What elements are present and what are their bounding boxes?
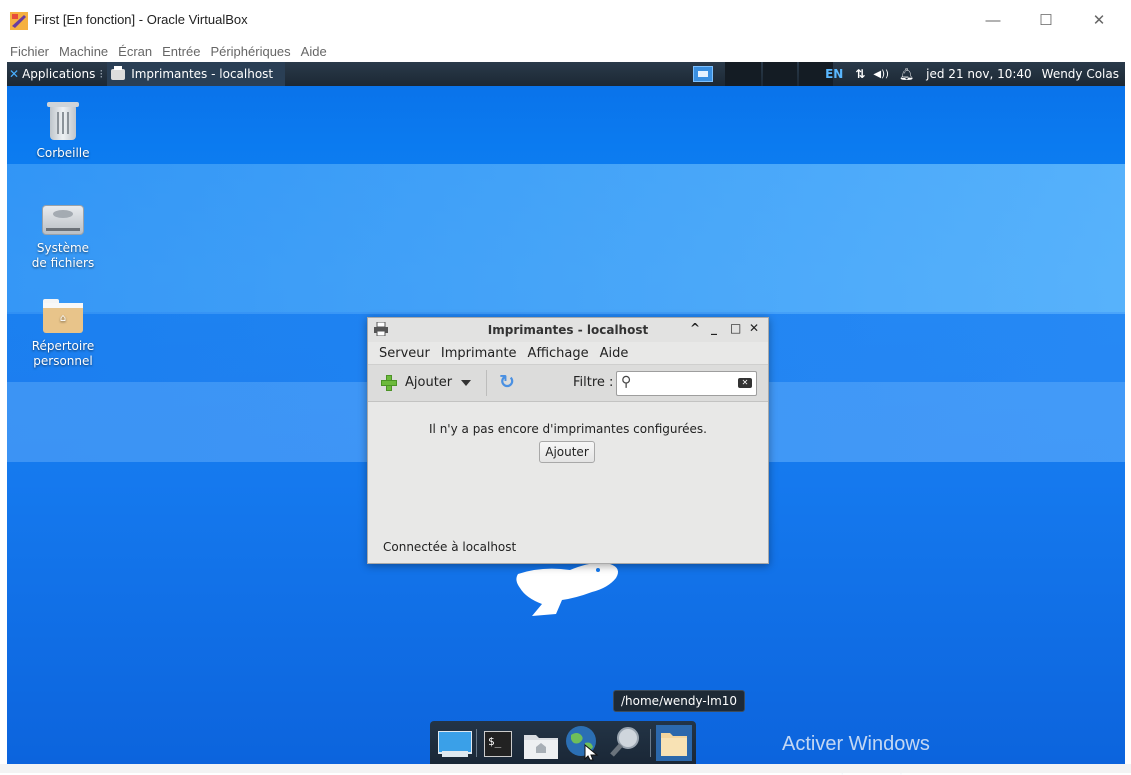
notification-bell-icon[interactable]: 🔔︎ xyxy=(899,67,914,81)
filter-input[interactable] xyxy=(639,374,733,394)
minimize-button[interactable]: _ xyxy=(711,321,717,335)
refresh-icon[interactable]: ↻ xyxy=(499,372,515,392)
add-icon[interactable] xyxy=(381,375,397,391)
dock: $_ xyxy=(430,721,696,764)
dialog-title: Imprimantes - localhost xyxy=(487,323,649,337)
home-folder-icon: ⌂ xyxy=(43,299,83,333)
file-manager-icon[interactable] xyxy=(656,725,692,761)
menu-entree[interactable]: Entrée xyxy=(162,44,200,59)
panel-separator: ⁝ xyxy=(99,67,104,81)
user-menu[interactable]: Wendy Colas xyxy=(1042,67,1119,81)
menu-fichier[interactable]: Fichier xyxy=(10,44,49,59)
maximize-icon: ☐ xyxy=(1039,12,1053,29)
applications-menu[interactable]: Applications xyxy=(22,67,95,81)
workspace-3[interactable] xyxy=(763,62,797,86)
panel-tray: EN ⇅ ◀)) 🔔︎ jed 21 nov, 10:40 Wendy Cola… xyxy=(825,62,1119,86)
menu-imprimante[interactable]: Imprimante xyxy=(441,346,517,361)
close-button[interactable]: ✕ xyxy=(1079,8,1119,32)
desktop-icon-trash[interactable]: Corbeille xyxy=(18,102,108,161)
virtualbox-app-icon xyxy=(10,12,28,30)
home-folder-icon[interactable] xyxy=(524,731,558,759)
virtualbox-statusbar xyxy=(0,764,1131,773)
minimize-button[interactable]: — xyxy=(973,8,1013,32)
menu-serveur[interactable]: Serveur xyxy=(379,346,430,361)
virtualbox-menubar: Fichier Machine Écran Entrée Périphériqu… xyxy=(0,40,1131,62)
clear-icon[interactable]: ✕ xyxy=(738,378,752,388)
status-bar: Connectée à localhost xyxy=(383,540,517,554)
dock-separator xyxy=(650,729,651,757)
clock[interactable]: jed 21 nov, 10:40 xyxy=(926,67,1032,81)
desktop-icon-label: Corbeille xyxy=(36,146,90,160)
filter-field[interactable]: ⚲ ✕ xyxy=(616,371,757,396)
web-browser-icon[interactable] xyxy=(565,725,601,761)
dock-separator xyxy=(476,729,477,757)
xfce-logo-icon: ✕ xyxy=(9,67,20,81)
terminal-icon[interactable]: $_ xyxy=(484,731,512,757)
keyboard-layout[interactable]: EN xyxy=(825,67,843,81)
window-title: First [En fonction] - Oracle VirtualBox xyxy=(34,12,248,27)
svg-text:$_: $_ xyxy=(488,735,502,748)
desktop-icon-filesystem[interactable]: Système de fichiers xyxy=(18,205,108,271)
workspace-2[interactable] xyxy=(725,62,761,86)
menu-machine[interactable]: Machine xyxy=(59,44,108,59)
desktop-icon-home[interactable]: ⌂ Répertoire personnel xyxy=(18,299,108,369)
menu-aide[interactable]: Aide xyxy=(600,346,629,361)
printer-list: Il n'y a pas encore d'imprimantes config… xyxy=(368,402,768,542)
taskbar-button-label: Imprimantes - localhost xyxy=(131,67,274,81)
guest-desktop[interactable]: ✕ Applications ⁝ Imprimantes - localhost… xyxy=(7,62,1125,764)
dialog-menubar: Serveur Imprimante Affichage Aide xyxy=(368,342,768,364)
filter-label: Filtre : xyxy=(573,375,614,390)
menu-peripheriques[interactable]: Périphériques xyxy=(210,44,290,59)
maximize-button[interactable]: □ xyxy=(730,321,741,335)
virtualbox-titlebar: First [En fonction] - Oracle VirtualBox … xyxy=(0,0,1131,40)
maximize-button[interactable]: ☐ xyxy=(1026,8,1066,32)
shade-button[interactable]: ^ xyxy=(690,321,700,335)
menu-ecran[interactable]: Écran xyxy=(118,44,152,59)
trash-icon xyxy=(47,102,79,140)
network-icon[interactable]: ⇅ xyxy=(855,67,865,81)
minimize-icon: — xyxy=(985,11,1001,29)
toolbar-separator xyxy=(486,370,487,396)
add-printer-button[interactable]: Ajouter xyxy=(405,375,452,390)
close-button[interactable]: ✕ xyxy=(749,321,759,335)
desktop-icon[interactable] xyxy=(438,731,472,759)
empty-message: Il n'y a pas encore d'imprimantes config… xyxy=(429,422,707,436)
dialog-titlebar[interactable]: Imprimantes - localhost ^ _ □ ✕ xyxy=(368,318,768,342)
add-printer-body-button[interactable]: Ajouter xyxy=(539,441,595,463)
search-icon[interactable] xyxy=(610,725,644,759)
wallpaper-band xyxy=(7,164,1125,314)
dock-tooltip: /home/wendy-lm10 xyxy=(613,690,746,712)
dropdown-arrow-icon[interactable] xyxy=(461,380,471,386)
printer-icon xyxy=(111,65,126,80)
drive-icon xyxy=(42,205,84,235)
close-icon: ✕ xyxy=(1092,12,1106,29)
taskbar-button-printers[interactable]: Imprimantes - localhost xyxy=(107,62,286,86)
top-panel: ✕ Applications ⁝ Imprimantes - localhost… xyxy=(7,62,1125,86)
printers-dialog: Imprimantes - localhost ^ _ □ ✕ Serveur … xyxy=(367,317,769,564)
menu-aide[interactable]: Aide xyxy=(301,44,327,59)
desktop-icon-label: Répertoire personnel xyxy=(31,339,95,368)
menu-affichage[interactable]: Affichage xyxy=(528,346,589,361)
volume-icon[interactable]: ◀)) xyxy=(873,69,889,80)
activate-windows-title: Activer Windows xyxy=(782,733,930,755)
dialog-toolbar: Ajouter ↻ Filtre : ⚲ ✕ xyxy=(368,364,768,402)
workspace-1[interactable] xyxy=(693,66,713,82)
search-icon: ⚲ xyxy=(621,374,632,390)
desktop-icon-label: Système de fichiers xyxy=(31,241,95,270)
